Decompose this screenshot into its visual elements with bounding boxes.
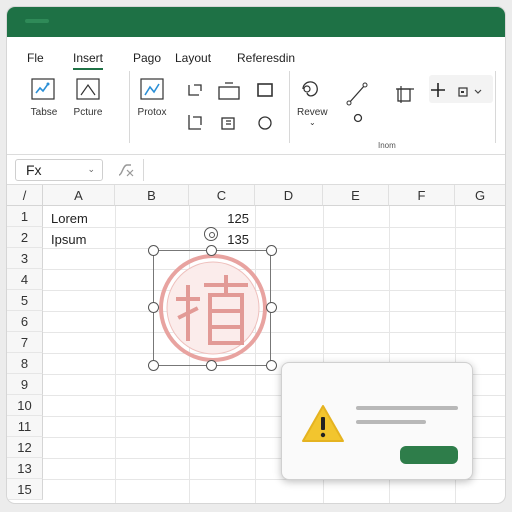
gridline	[43, 269, 505, 270]
row-header-5[interactable]: 5	[7, 290, 43, 311]
plus-icon[interactable]	[429, 81, 447, 99]
shapes-label: Revew	[297, 107, 328, 118]
gridline	[115, 206, 116, 503]
app-window: Fle Insert Pago Layout Referesdin Tabse …	[7, 7, 505, 503]
resize-handle-top[interactable]	[206, 245, 217, 256]
resize-handle-left[interactable]	[148, 302, 159, 313]
row-header-8[interactable]: 8	[7, 353, 43, 374]
3d-model-icon[interactable]	[393, 83, 417, 107]
picture-label: Pcture	[73, 107, 103, 118]
cell-a2[interactable]: Ipsum	[51, 229, 86, 250]
dot-icon[interactable]	[351, 111, 365, 125]
tab-file[interactable]: Fle	[27, 51, 44, 65]
picture-button[interactable]: Pcture	[73, 77, 103, 118]
row-header-1[interactable]: 1	[7, 206, 43, 227]
row-header-12[interactable]: 12	[7, 437, 43, 458]
gridline	[43, 227, 505, 228]
circle-icon[interactable]	[255, 113, 275, 133]
column-header-f[interactable]: F	[389, 185, 455, 206]
rectangle-icon[interactable]	[255, 81, 275, 101]
name-box-value: Fx	[26, 162, 42, 178]
resize-handle-bottom-left[interactable]	[148, 360, 159, 371]
column-header-e[interactable]: E	[323, 185, 389, 206]
chart-icon[interactable]	[219, 113, 239, 133]
row-header-13[interactable]: 13	[7, 458, 43, 479]
cell-a1[interactable]: Lorem	[51, 208, 88, 229]
row-header-10[interactable]: 10	[7, 395, 43, 416]
title-placeholder	[25, 19, 49, 23]
column-header-c[interactable]: C	[189, 185, 255, 206]
row-header-2[interactable]: 2	[7, 227, 43, 248]
row-header-9[interactable]: 9	[7, 374, 43, 395]
formula-separator	[143, 159, 144, 181]
tables-button[interactable]: Tabse	[29, 77, 59, 118]
dialog-message-line	[356, 420, 426, 424]
line-icon[interactable]	[345, 81, 371, 107]
row-header-7[interactable]: 7	[7, 332, 43, 353]
title-bar	[7, 7, 505, 37]
select-all-corner[interactable]: /	[7, 185, 43, 206]
formula-bar: Fx ⌄	[7, 155, 505, 185]
row-header-15[interactable]: 15	[7, 479, 43, 500]
gridline	[43, 290, 505, 291]
dialog-message-line	[356, 406, 458, 410]
cell-c1[interactable]: 125	[197, 208, 249, 229]
tables-label: Tabse	[30, 107, 58, 118]
chevron-down-icon[interactable]	[473, 87, 483, 97]
tab-layout[interactable]: Layout	[175, 51, 211, 65]
screenshot-icon[interactable]	[215, 81, 245, 101]
warning-icon	[302, 405, 344, 442]
resize-handle-bottom[interactable]	[206, 360, 217, 371]
column-header-d[interactable]: D	[255, 185, 323, 206]
name-box[interactable]: Fx ⌄	[15, 159, 103, 181]
column-header-g[interactable]: G	[455, 185, 505, 206]
crop-icon[interactable]	[185, 113, 205, 133]
ribbon-separator	[495, 71, 496, 143]
textbox-icon[interactable]	[457, 86, 469, 98]
picture-icon	[76, 78, 100, 100]
resize-handle-top-right[interactable]	[266, 245, 277, 256]
photos-label: Protox	[137, 107, 167, 118]
inserted-image[interactable]	[153, 250, 271, 366]
resize-handle-bottom-right[interactable]	[266, 360, 277, 371]
menu-bar: Fle Insert Pago Layout Referesdin	[7, 37, 505, 70]
rotate-icon[interactable]	[185, 81, 205, 101]
row-header-3[interactable]: 3	[7, 248, 43, 269]
function-icon[interactable]	[115, 161, 137, 179]
red-seal-stamp-icon	[159, 254, 267, 362]
photos-icon	[140, 78, 164, 100]
tab-page[interactable]: Pago	[133, 51, 161, 65]
tab-references[interactable]: Referesdin	[237, 51, 295, 65]
ribbon-separator	[129, 71, 130, 143]
table-icon	[31, 78, 55, 100]
group-label: Inom	[378, 141, 396, 150]
ribbon: Tabse Pcture Protox Revew ⌄ Inom	[7, 67, 505, 155]
row-header-6[interactable]: 6	[7, 311, 43, 332]
row-header-11[interactable]: 11	[7, 416, 43, 437]
ribbon-separator	[289, 71, 290, 143]
dialog-ok-button[interactable]	[400, 446, 458, 464]
resize-handle-right[interactable]	[266, 302, 277, 313]
row-header-4[interactable]: 4	[7, 269, 43, 290]
chevron-down-icon[interactable]: ⌄	[87, 164, 95, 175]
column-header-a[interactable]: A	[43, 185, 115, 206]
shapes-button[interactable]: Revew ⌄	[297, 77, 328, 127]
gridline	[43, 353, 505, 354]
gridline	[43, 332, 505, 333]
shapes-icon	[302, 81, 319, 97]
shapes-chevron-down-icon[interactable]: ⌄	[309, 118, 316, 127]
photos-button[interactable]: Protox	[137, 77, 167, 118]
column-header-b[interactable]: B	[115, 185, 189, 206]
resize-handle-top-left[interactable]	[148, 245, 159, 256]
warning-dialog	[281, 362, 473, 480]
rotate-handle[interactable]	[204, 227, 218, 241]
tab-insert[interactable]: Insert	[73, 51, 104, 70]
